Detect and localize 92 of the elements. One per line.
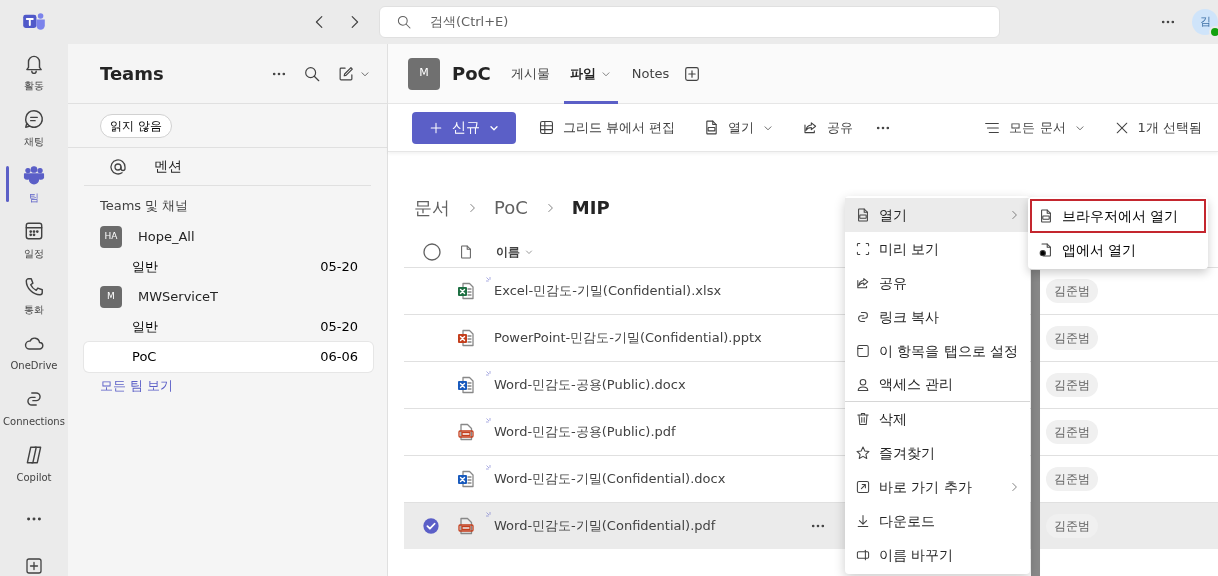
toolbar-button[interactable]: 그리드 뷰에서 편집 [532, 111, 682, 144]
file-icon [855, 207, 871, 223]
name-column-header[interactable]: 이름 [490, 242, 540, 262]
share-icon [855, 275, 871, 291]
spreadsheet-file-icon [456, 281, 476, 301]
menu-item[interactable]: 다운로드 [845, 504, 1030, 538]
chat-icon [23, 107, 45, 130]
tab[interactable]: Notes [625, 43, 676, 104]
compose-icon[interactable] [337, 64, 355, 83]
checked-checkbox[interactable] [422, 517, 440, 535]
trash-icon [855, 411, 871, 427]
shortcut-icon [855, 479, 871, 495]
unread-filter-chip[interactable]: 읽지 않음 [100, 113, 172, 138]
channel-name: PoC [452, 62, 491, 86]
section-heading: Teams 및 채널 [99, 197, 190, 215]
star-icon [855, 445, 871, 461]
menu-item[interactable]: 브라우저에서 열기 [1030, 199, 1206, 233]
person-icon [855, 376, 871, 393]
file-type-icon [458, 244, 474, 260]
modified-by-chip: 김준범 [1046, 279, 1098, 303]
rail-tab[interactable]: 일정 [0, 212, 68, 268]
see-all-teams-link[interactable]: 모든 팀 보기 [68, 371, 387, 395]
file-name-link[interactable]: Word-민감도-기밀(Confidential).docx [494, 469, 726, 489]
breadcrumb-current: MIP [571, 196, 610, 220]
add-apps-icon[interactable] [24, 556, 44, 576]
phone-icon [23, 275, 45, 298]
preview-icon [855, 241, 871, 257]
menu-item[interactable]: 미리 보기 [845, 232, 1030, 266]
channel-avatar: M [408, 57, 440, 90]
modified-by-chip: 김준범 [1046, 373, 1098, 397]
scrollbar[interactable] [1031, 270, 1040, 576]
search-icon [396, 14, 412, 30]
panel-title: Teams [100, 62, 165, 86]
channel-item[interactable]: 일반 05-20 [84, 251, 373, 282]
tab-icon [855, 343, 871, 359]
file-name-link[interactable]: Excel-민감도-기밀(Confidential).xlsx [494, 281, 722, 301]
modified-by-chip: 김준범 [1046, 420, 1098, 444]
rail-tab[interactable]: Connections [0, 380, 68, 436]
pdf-file-icon [456, 422, 476, 442]
clear-selection-button[interactable]: 1개 선택됨 [1107, 111, 1208, 144]
rail-tab[interactable]: OneDrive [0, 324, 68, 380]
tab[interactable]: 파일 [563, 43, 618, 104]
modified-by-chip: 김준범 [1046, 514, 1098, 538]
breadcrumb-link[interactable]: PoC [494, 194, 528, 221]
caret-icon [524, 247, 534, 257]
toolbar-button[interactable]: 열기 [697, 111, 781, 144]
download-icon [855, 513, 871, 529]
rail-tab[interactable]: Copilot [0, 436, 68, 492]
menu-item[interactable]: 액세스 관리 [845, 368, 1030, 402]
people-icon [23, 163, 45, 186]
search-box[interactable]: 검색(Ctrl+E) [379, 6, 1001, 38]
rail-tab[interactable]: 통화 [0, 268, 68, 324]
rail-tab[interactable]: 팀 [0, 156, 68, 212]
modified-by-chip: 김준범 [1046, 467, 1098, 491]
breadcrumb-link[interactable]: 문서 [414, 194, 450, 221]
presentation-file-icon [456, 328, 476, 348]
menu-item[interactable]: 공유 [845, 266, 1030, 300]
search-icon[interactable] [303, 64, 321, 83]
rail-tab[interactable]: 활동 [0, 44, 68, 100]
mention-item[interactable]: 멘션 [84, 148, 371, 186]
grid-icon [538, 119, 555, 136]
menu-item[interactable]: 열기 [845, 198, 1030, 232]
rename-icon [855, 547, 871, 563]
team-avatar: M [100, 285, 122, 308]
document-file-icon [456, 469, 476, 489]
link-icon [855, 309, 871, 325]
file-name-link[interactable]: Word-민감도-기밀(Confidential).pdf [494, 516, 716, 536]
team-name[interactable]: MWServiceT [138, 286, 219, 307]
menu-item[interactable]: 바로 가기 추가 [845, 470, 1030, 504]
team-name[interactable]: Hope_All [138, 226, 195, 247]
channel-item[interactable]: PoC 06-06 [84, 341, 373, 372]
new-button[interactable]: 신규 [412, 111, 516, 144]
view-selector[interactable]: 모든 문서 [977, 111, 1092, 144]
file-icon [1038, 208, 1054, 224]
document-file-icon [456, 375, 476, 395]
file-name-link[interactable]: Word-민감도-공용(Public).pdf [494, 422, 676, 442]
rail-tab[interactable]: 채팅 [0, 100, 68, 156]
file-name-link[interactable]: PowerPoint-민감도-기밀(Confidential).pptx [494, 328, 762, 348]
toolbar-button[interactable]: 공유 [796, 111, 860, 144]
user-avatar[interactable]: 김 [1192, 9, 1218, 35]
app-file-icon [1038, 242, 1054, 258]
search-field[interactable]: 검색(Ctrl+E) [428, 11, 984, 33]
at-icon [108, 156, 128, 177]
file-name-link[interactable]: Word-민감도-공용(Public).docx [494, 375, 686, 395]
tab[interactable]: 게시물 [504, 43, 556, 104]
channel-item[interactable]: 일반 05-20 [84, 311, 373, 342]
team-avatar: HA [100, 225, 122, 248]
pdf-file-icon [456, 516, 476, 536]
select-all-checkbox[interactable] [422, 242, 442, 262]
modified-by-chip: 김준범 [1046, 326, 1098, 350]
menu-item[interactable]: 앱에서 열기 [1030, 233, 1206, 267]
add-tab-icon[interactable] [683, 64, 702, 83]
